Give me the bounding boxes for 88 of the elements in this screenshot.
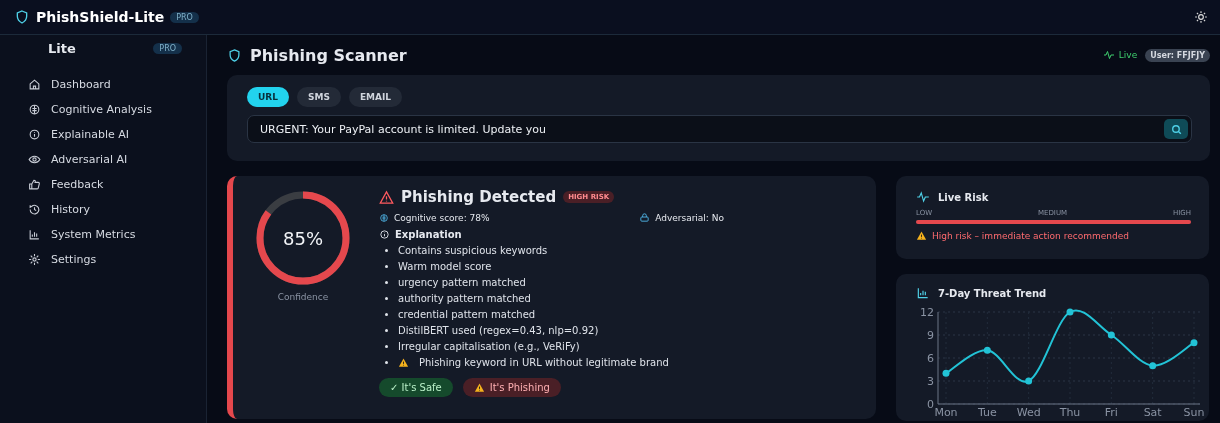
result-title: Phishing Detected xyxy=(401,188,557,206)
explanation-item: authority pattern matched xyxy=(398,292,531,304)
safe-feedback-button[interactable]: ✓ It's Safe xyxy=(379,378,453,397)
data-point xyxy=(1025,377,1033,385)
bullet xyxy=(385,328,388,332)
bullet xyxy=(385,264,388,268)
explanation-item: DistilBERT used (regex=0.43, nlp=0.92) xyxy=(398,324,599,336)
brain-icon xyxy=(28,103,41,116)
bullet xyxy=(385,248,388,252)
data-point xyxy=(942,369,950,377)
sidebar-item[interactable]: Dashboard xyxy=(0,76,206,93)
sun-icon xyxy=(1194,10,1208,24)
sidebar-item[interactable]: Cognitive Analysis xyxy=(0,101,206,118)
app-title: PhishShield-Lite xyxy=(36,9,165,25)
sidebar-item[interactable]: History xyxy=(0,201,206,218)
explanation-item: Irregular capitalisation (e.g., VeRiFy) xyxy=(398,340,580,352)
info-icon xyxy=(379,229,390,240)
x-tick-label: Sat xyxy=(1143,406,1162,419)
confidence-label: Confidence xyxy=(277,292,329,302)
home-icon xyxy=(28,78,41,91)
bullet xyxy=(385,296,388,300)
message-input-field[interactable]: URGENT: Your PayPal account is limited. Update you xyxy=(247,115,1192,143)
x-tick-label: Fri xyxy=(1104,406,1118,419)
data-point xyxy=(1066,308,1074,316)
card-title: 7-Day Threat Trend xyxy=(938,287,1047,299)
live-status: Live xyxy=(1118,50,1138,60)
explanation-item: Contains suspicious keywords xyxy=(398,244,548,256)
warning-icon xyxy=(473,382,485,393)
bullet xyxy=(385,312,388,316)
confidence-value: 85% xyxy=(283,228,323,249)
scan-type-tab[interactable]: EMAIL xyxy=(348,87,403,107)
shield-icon xyxy=(14,9,30,25)
y-tick-label: 12 xyxy=(920,306,934,319)
pulse-icon xyxy=(916,190,930,204)
warning-icon xyxy=(916,230,927,241)
sidebar-item[interactable]: System Metrics xyxy=(0,226,206,243)
history-icon xyxy=(28,203,41,216)
search-icon xyxy=(1169,122,1183,136)
page-title: Phishing Scanner xyxy=(250,45,407,65)
data-point xyxy=(1107,331,1115,339)
sidebar-item[interactable]: Explainable AI xyxy=(0,126,206,143)
lock-icon xyxy=(639,212,651,223)
adversarial-status: Adversarial: No xyxy=(655,212,724,223)
brand-name: Lite xyxy=(48,41,76,56)
explanation-heading: Explanation xyxy=(395,229,462,240)
data-point xyxy=(1149,362,1157,370)
brain-icon xyxy=(379,212,389,223)
explanation-item: urgency pattern matched xyxy=(398,276,526,288)
bullet xyxy=(385,280,388,284)
pro-badge: PRO xyxy=(170,11,199,23)
explanation-item: credential pattern matched xyxy=(398,308,536,320)
x-tick-label: Wed xyxy=(1016,406,1041,419)
scan-type-tab[interactable]: SMS xyxy=(297,87,341,107)
phishing-feedback-button[interactable]: It's Phishing xyxy=(462,378,561,397)
search-button[interactable] xyxy=(1164,119,1188,139)
warning-icon xyxy=(379,189,394,205)
shield-icon xyxy=(227,47,242,63)
sidebar-item[interactable]: Feedback xyxy=(0,176,206,193)
x-tick-label: Mon xyxy=(934,406,958,419)
y-tick-label: 0 xyxy=(927,398,934,411)
risk-message: High risk – immediate action recommended xyxy=(932,230,1129,241)
x-tick-label: Tue xyxy=(977,406,997,419)
y-tick-label: 3 xyxy=(927,375,934,388)
y-tick-label: 9 xyxy=(927,329,934,342)
explanation-item: Warm model score xyxy=(398,260,492,272)
cognitive-score: Cognitive score: 78% xyxy=(394,212,490,223)
bar-chart-icon xyxy=(916,286,930,300)
info-icon xyxy=(28,128,41,141)
x-tick-label: Thu xyxy=(1059,406,1081,419)
data-point xyxy=(1190,339,1198,347)
thumbs-up-icon xyxy=(28,178,41,191)
scan-type-tab[interactable]: URL xyxy=(247,87,289,107)
pulse-icon xyxy=(1102,49,1115,61)
theme-toggle-button[interactable] xyxy=(1192,8,1210,26)
settings-icon xyxy=(28,253,41,266)
sidebar-item[interactable]: Adversarial AI xyxy=(0,151,206,168)
eye-icon xyxy=(28,153,41,166)
card-title: Live Risk xyxy=(938,191,989,203)
y-tick-label: 6 xyxy=(927,352,934,365)
x-tick-label: Sun xyxy=(1183,406,1205,419)
user-badge: User: FFJFJY xyxy=(1145,48,1210,62)
bullet xyxy=(385,360,388,364)
bar-chart-icon xyxy=(28,228,41,241)
sidebar-item[interactable]: Settings xyxy=(0,251,206,268)
explanation-item: Phishing keyword in URL without legitimate brand xyxy=(419,356,669,368)
data-point xyxy=(983,346,991,354)
bullet xyxy=(385,344,388,348)
pro-badge: PRO xyxy=(153,43,182,54)
